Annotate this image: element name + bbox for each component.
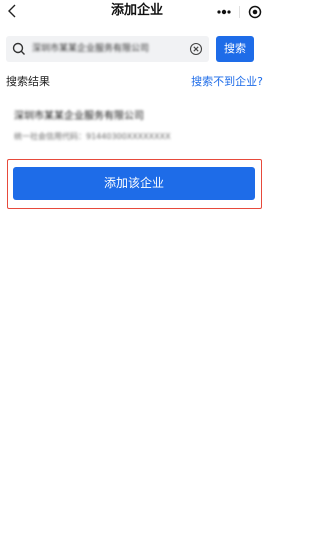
search-query-text: 深圳市某某企业服务有限公司 <box>32 44 150 54</box>
add-company-button[interactable]: 添加该企业 <box>13 167 255 200</box>
clear-circle-icon[interactable] <box>189 42 203 56</box>
company-credit-code: 统一社会信用代码：91440300XXXXXXXX <box>14 132 171 141</box>
search-row: 深圳市某某企业服务有限公司 搜索 <box>6 36 268 62</box>
results-header: 搜索结果 搜索不到企业? <box>6 74 268 90</box>
search-button[interactable]: 搜索 <box>216 36 254 62</box>
search-input[interactable]: 深圳市某某企业服务有限公司 <box>6 36 209 62</box>
close-mini-program-button[interactable] <box>240 1 269 22</box>
company-result-card[interactable]: 深圳市某某企业服务有限公司 统一社会信用代码：91440300XXXXXXXX <box>6 101 264 155</box>
mini-program-capsule <box>209 1 269 22</box>
add-company-page: 添加企业 深圳市某某企业服务有限公司 搜索 搜索结果 搜索不到企业? 深圳市某某… <box>0 0 274 547</box>
cannot-find-company-link[interactable]: 搜索不到企业? <box>191 74 263 90</box>
results-label: 搜索结果 <box>6 75 50 88</box>
company-name: 深圳市某某企业服务有限公司 <box>14 111 144 122</box>
search-icon <box>12 42 25 55</box>
navigation-bar: 添加企业 <box>0 0 274 26</box>
more-button[interactable] <box>209 1 239 22</box>
more-dots-icon <box>217 9 231 14</box>
target-close-icon <box>248 5 261 18</box>
